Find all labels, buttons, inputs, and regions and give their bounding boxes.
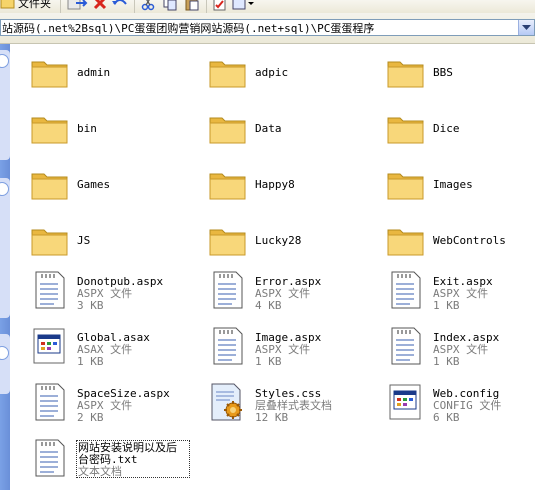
folder-name: admin [77, 66, 111, 79]
properties-icon [213, 0, 226, 11]
address-dropdown-button[interactable] [518, 20, 534, 35]
file-size: 1 KB [255, 355, 282, 368]
folder-name: Dice [433, 122, 460, 135]
aspx-file-icon [213, 327, 243, 365]
aspx-file-icon [35, 383, 65, 421]
folder-icon [387, 229, 424, 256]
config-file-icon [389, 384, 421, 420]
properties-button[interactable] [212, 0, 228, 12]
views-icon [232, 0, 254, 10]
address-bar: 站源码(.net%2Bsql)\PC蛋蛋团购营销网站源码(.net+sql)\P… [0, 13, 535, 44]
aspx-file-icon [35, 271, 65, 309]
file-type: 文本文档 [78, 465, 122, 478]
folder-name: BBS [433, 66, 453, 79]
file-size: 4 KB [255, 299, 282, 312]
file-list: admin adpic BBS bin Data Dice Games Happ… [10, 44, 535, 490]
folder-name: Games [77, 178, 111, 191]
file-size: 12 KB [255, 411, 289, 424]
undo-icon [112, 0, 127, 5]
views-button[interactable] [232, 0, 254, 12]
folder-icon [209, 61, 246, 88]
folder-icon [387, 117, 424, 144]
aspx-file-icon [391, 271, 421, 309]
file-size: 1 KB [433, 355, 460, 368]
copy-button[interactable] [162, 0, 178, 12]
delete-button[interactable] [92, 0, 108, 12]
folder-icon [387, 61, 424, 88]
folder-icon [31, 61, 68, 88]
toolbar: 文件夹 [0, 0, 535, 13]
folder-name: Happy8 [255, 178, 295, 191]
file-size: 6 KB [433, 411, 460, 424]
copy-icon [163, 0, 177, 11]
file-size: 1 KB [77, 355, 104, 368]
folder-icon [209, 117, 246, 144]
folder-name: JS [77, 234, 91, 247]
css-file-icon [211, 383, 242, 421]
cut-button[interactable] [140, 0, 156, 12]
aspx-file-icon [391, 327, 421, 365]
folder-icon [387, 173, 424, 200]
folder-icon [31, 173, 68, 200]
folder-icon [31, 117, 68, 144]
address-path[interactable]: 站源码(.net%2Bsql)\PC蛋蛋团购营销网站源码(.net+sql)\P… [1, 20, 374, 35]
folder-icon [209, 173, 246, 200]
delete-icon [93, 0, 107, 10]
folders-button-label: 文件夹 [18, 0, 51, 10]
chevron-down-icon [522, 24, 531, 30]
folder-name: Lucky28 [255, 234, 302, 247]
asax-file-icon [33, 328, 65, 364]
folder-name: WebControls [433, 234, 506, 247]
file-size: 1 KB [433, 299, 460, 312]
folder-name: adpic [255, 66, 289, 79]
task-pane-section [0, 334, 10, 394]
folder-name: bin [77, 122, 97, 135]
task-pane [0, 44, 10, 490]
folder-name: Data [255, 122, 282, 135]
file-size: 2 KB [77, 411, 104, 424]
address-field[interactable]: 站源码(.net%2Bsql)\PC蛋蛋团购营销网站源码(.net+sql)\P… [0, 19, 535, 36]
move-to-button[interactable] [66, 0, 88, 12]
folder-icon [31, 229, 68, 256]
txt-file-icon [35, 439, 65, 477]
paste-icon [185, 0, 199, 11]
task-pane-section [0, 178, 10, 318]
folders-icon [0, 0, 15, 9]
folder-name: Images [433, 178, 473, 191]
paste-button[interactable] [184, 0, 200, 12]
folders-button[interactable]: 文件夹 [0, 0, 51, 12]
folder-icon [209, 229, 246, 256]
move-to-icon [67, 0, 88, 10]
file-size: 3 KB [77, 299, 104, 312]
aspx-file-icon [213, 271, 243, 309]
undo-button[interactable] [110, 0, 130, 12]
cut-icon [141, 0, 155, 11]
